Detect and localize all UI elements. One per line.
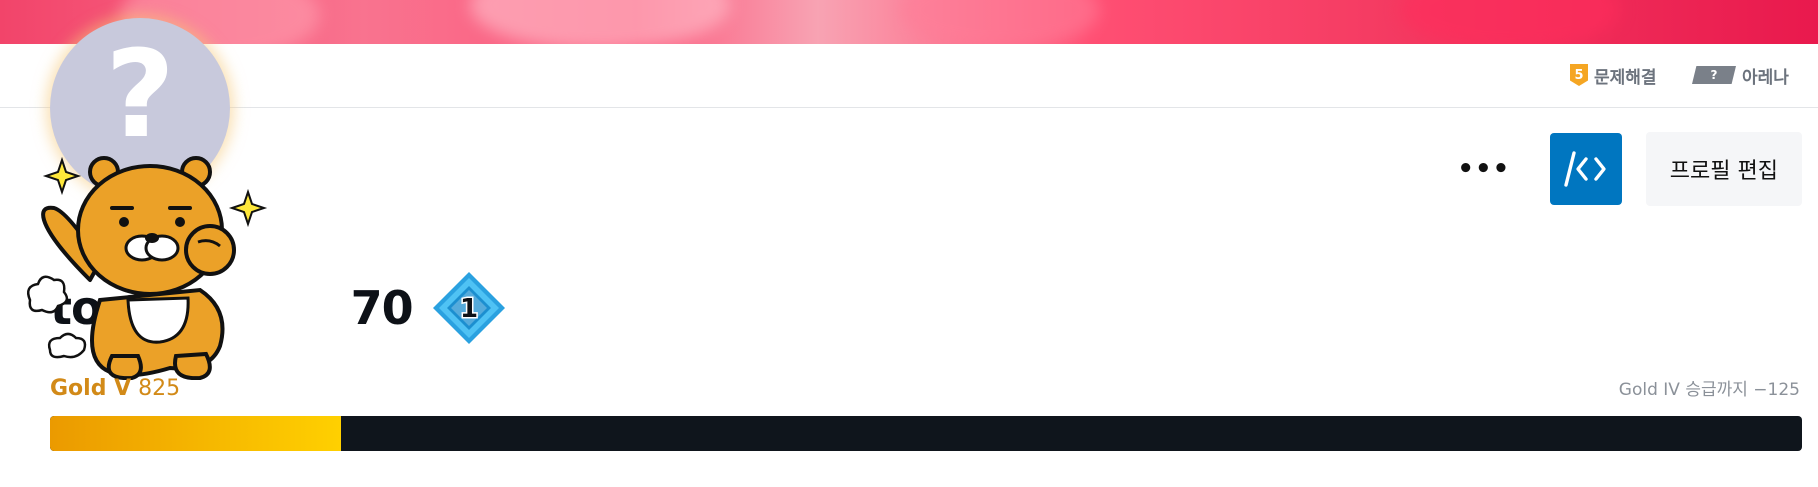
edit-profile-button[interactable]: 프로필 편집 (1645, 132, 1802, 206)
code-icon (1564, 151, 1606, 187)
rating-progress-fill (50, 416, 341, 451)
rating-progress-bar (50, 416, 1802, 451)
code-editor-button[interactable] (1549, 133, 1622, 205)
nav-problem-solving-label: 문제해결 (1594, 67, 1657, 88)
svg-text:1: 1 (460, 294, 478, 324)
nav-arena[interactable]: ? 아레나 (1692, 62, 1789, 88)
rating-value: 825 (138, 376, 181, 401)
ryan-sticker-icon (27, 156, 268, 380)
more-options-button[interactable]: ••• (1457, 149, 1509, 189)
profile-banner (0, 0, 1818, 44)
tier-badge-icon: 5 (1570, 64, 1588, 86)
rating-label: Gold V 825 (50, 376, 180, 401)
profile-actions: ••• 프로필 편집 (1457, 132, 1802, 206)
nav-arena-label: 아레나 (1742, 67, 1789, 88)
nav-problem-solving[interactable]: 5 문제해결 (1570, 62, 1657, 88)
profile-top-nav: 5 문제해결 ? 아레나 (0, 44, 1818, 108)
rating-tier: Gold V (50, 376, 132, 401)
class-badge-icon: 1 (432, 272, 505, 344)
arena-badge-icon: ? (1692, 66, 1736, 84)
username-right: 70 (350, 281, 414, 335)
question-mark-icon: ? (105, 26, 175, 165)
next-tier-label: Gold IV 승급까지 −125 (1618, 380, 1800, 400)
